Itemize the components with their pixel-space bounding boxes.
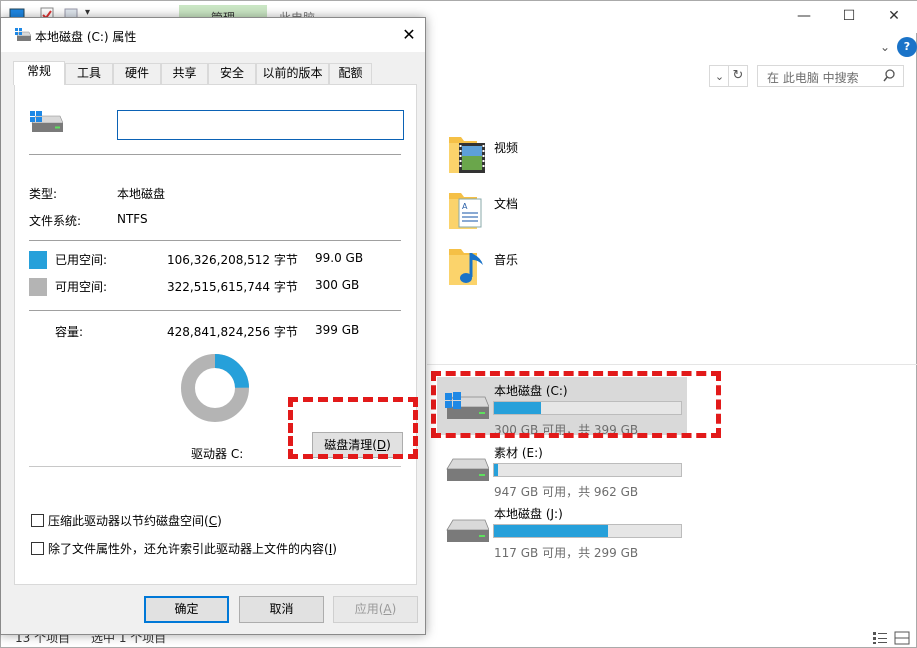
filesystem-value: NTFS [117,212,148,226]
properties-dialog: 本地磁盘 (C:) 属性 ✕ 常规 工具 硬件 共享 安全 以前的版本 配额 类… [0,17,426,635]
index-label: 除了文件属性外，还允许索引此驱动器上文件的内容(I) [48,540,337,557]
drive-letter-label: 驱动器 C: [191,447,244,461]
apply-key: A [383,602,392,616]
separator [29,240,401,241]
videos-folder-icon [449,137,485,173]
dialog-title: 本地磁盘 (C:) 属性 [35,30,137,44]
drive-usage-bar [493,524,682,538]
search-icon [883,69,895,82]
search-input[interactable]: 在 此电脑 中搜索 [757,65,904,87]
folder-label: 视频 [494,141,519,155]
separator [29,310,401,311]
compress-end: ) [217,514,222,528]
disk-usage-donut [181,354,249,422]
folder-label: 文档 [494,197,519,211]
used-space-bytes: 106,326,208,512 字节 [167,253,298,267]
free-space-bytes: 322,515,615,744 字节 [167,280,298,294]
drive-j-item[interactable]: 本地磁盘 (J:) 117 GB 可用，共 299 GB [437,500,687,560]
dialog-close-icon[interactable]: ✕ [397,24,421,46]
used-space-label: 已用空间: [55,253,108,267]
cancel-button[interactable]: 取消 [239,596,324,623]
drive-e-item[interactable]: 素材 (E:) 947 GB 可用，共 962 GB [437,439,687,499]
index-end: ) [332,542,337,556]
drive-free-text: 947 GB 可用，共 962 GB [494,485,639,499]
tab-sharing[interactable]: 共享 [161,63,208,84]
compress-label: 压缩此驱动器以节约磁盘空间(C) [48,512,222,529]
drive-usage-fill [494,525,609,537]
tab-hardware[interactable]: 硬件 [113,63,161,84]
refresh-icon[interactable]: ↻ [728,65,748,87]
music-folder-icon [449,249,483,285]
drive-name: 素材 (E:) [494,446,543,460]
system-drive-icon [15,28,31,41]
separator [29,154,401,155]
ok-button[interactable]: 确定 [144,596,229,623]
tab-previous-versions[interactable]: 以前的版本 [256,63,329,84]
folder-label: 音乐 [494,253,519,267]
folder-documents[interactable]: A 文档 [447,189,647,239]
close-window-button[interactable]: ✕ [871,1,917,31]
highlight-drive-c [431,371,721,438]
svg-text:A: A [462,202,468,211]
search-placeholder: 在 此电脑 中搜索 [767,71,859,85]
capacity-bytes: 428,841,824,256 字节 [167,325,298,339]
documents-folder-icon: A [449,193,482,229]
large-icons-view-icon[interactable] [894,631,910,645]
separator [29,466,401,467]
general-tab-panel: 类型: 本地磁盘 文件系统: NTFS 已用空间: 106,326,208,51… [14,84,417,585]
type-value: 本地磁盘 [117,187,166,201]
drive-icon [446,519,489,542]
capacity-gb: 399 GB [315,323,360,337]
chevron-down-icon[interactable]: ⌄ [875,37,895,57]
drive-name: 本地磁盘 (J:) [494,507,563,521]
compress-text: 压缩此驱动器以节约磁盘空间( [48,514,209,528]
highlight-disk-cleanup [288,397,418,459]
index-checkbox[interactable] [31,542,44,555]
free-space-swatch [29,278,47,296]
volume-name-input[interactable] [117,110,404,140]
compress-key: C [208,514,218,528]
drive-usage-fill [494,464,498,476]
filesystem-label: 文件系统: [29,214,82,228]
details-view-icon[interactable] [872,631,888,645]
maximize-button[interactable]: ☐ [826,1,872,31]
tab-security[interactable]: 安全 [208,63,256,84]
index-text: 除了文件属性外，还允许索引此驱动器上文件的内容( [48,542,329,556]
folder-music[interactable]: 音乐 [447,245,647,295]
minimize-button[interactable]: — [781,1,827,31]
dialog-titlebar: 本地磁盘 (C:) 属性 ✕ [1,18,425,52]
free-space-gb: 300 GB [315,278,360,292]
capacity-label: 容量: [55,325,84,339]
used-space-gb: 99.0 GB [315,251,364,265]
type-label: 类型: [29,187,58,201]
drive-free-text: 117 GB 可用，共 299 GB [494,546,639,560]
apply-text: 应用( [354,602,384,616]
section-divider [427,364,917,365]
system-drive-icon [30,111,63,132]
folder-videos[interactable]: 视频 [447,133,647,183]
help-icon[interactable]: ? [897,37,917,57]
apply-button[interactable]: 应用(A) [333,596,418,623]
tab-quota[interactable]: 配额 [329,63,372,84]
apply-end: ) [391,602,397,616]
tab-general[interactable]: 常规 [13,61,65,85]
compress-checkbox[interactable] [31,514,44,527]
drive-usage-bar [493,463,682,477]
address-dropdown-icon[interactable]: ⌄ [709,65,729,87]
drive-icon [446,458,489,481]
tab-tools[interactable]: 工具 [65,63,113,84]
used-space-swatch [29,251,47,269]
free-space-label: 可用空间: [55,280,108,294]
